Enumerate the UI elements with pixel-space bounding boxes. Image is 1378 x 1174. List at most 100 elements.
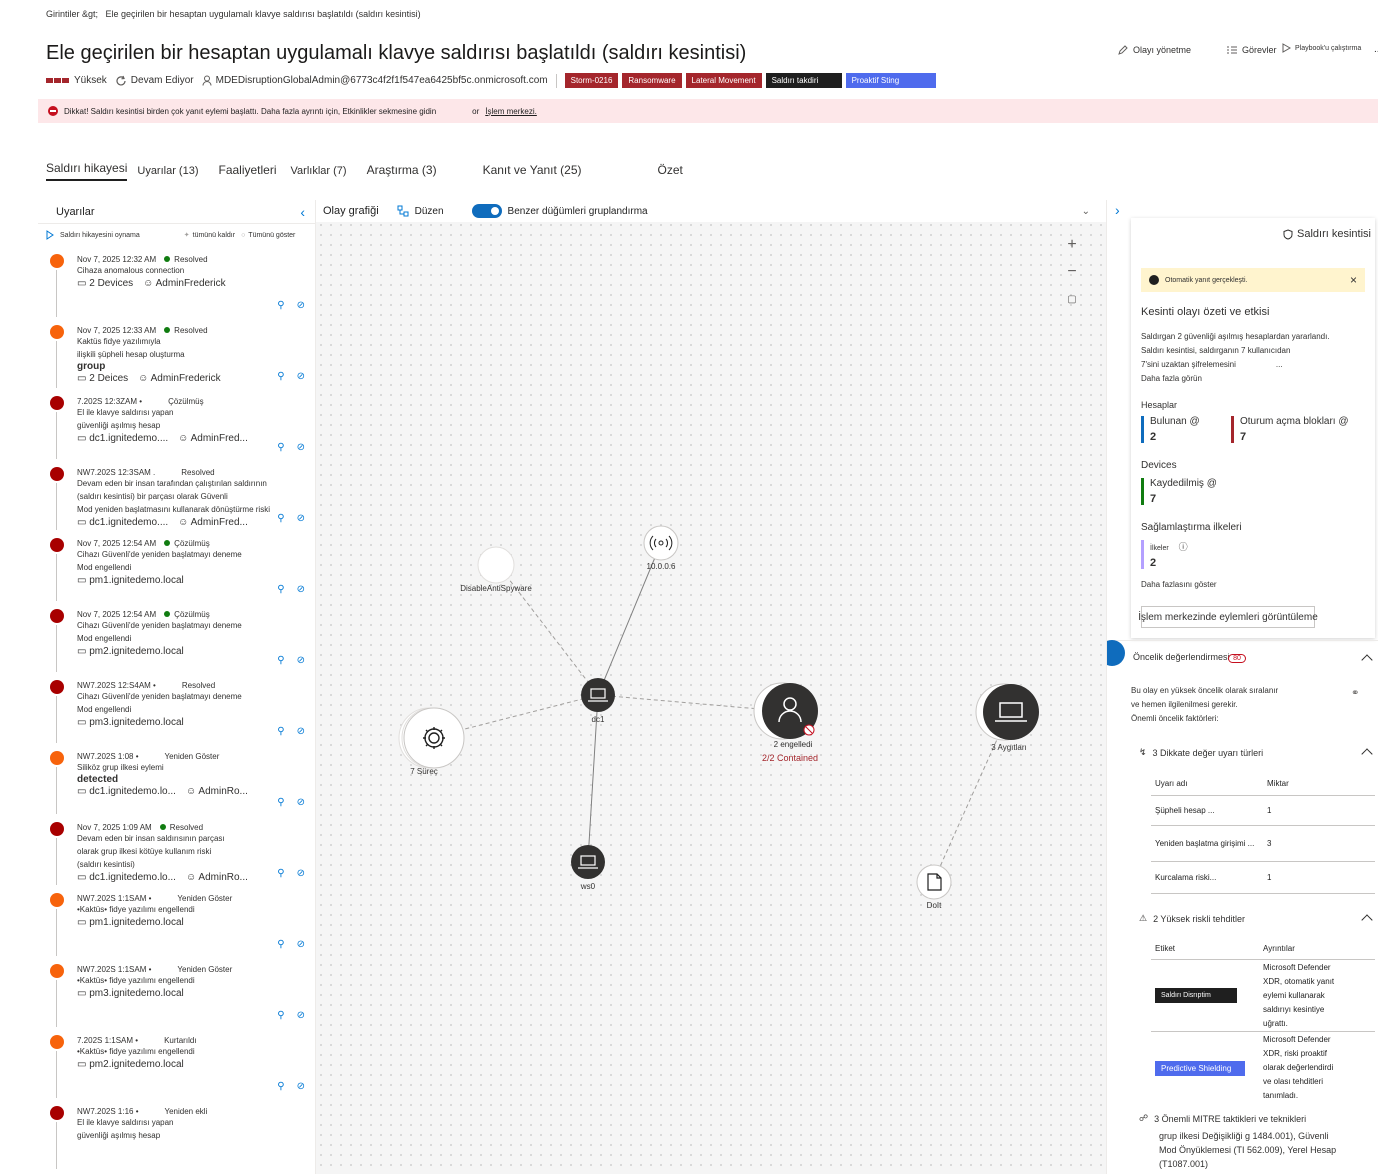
show-all-button[interactable]: ○ Tümünü göster	[241, 232, 295, 239]
action-center-link[interactable]: İşlem merkezi.	[485, 107, 537, 116]
alert-title[interactable]: Cihaza anomalous connection	[77, 264, 315, 277]
alert-item[interactable]: NW7.202S 1:1SAM • Yeniden Göster •Kaktüs• …	[38, 885, 315, 956]
hide-icon[interactable]: ⊘	[297, 1010, 305, 1021]
alert-item[interactable]: Nov 7, 2025 12:32 AM Resolved Cihaza anoma…	[38, 246, 315, 317]
tab-alerts[interactable]: Uyarılar (13)	[137, 165, 198, 181]
alert-item[interactable]: NW7.202S 12:S4AM • Resolved Cihazı Güvenli…	[38, 672, 315, 743]
alert-title[interactable]: •Kaktüs• fidye yazılımı engellendi	[77, 903, 315, 916]
chevron-up-icon[interactable]	[1361, 748, 1373, 760]
alert-item[interactable]: 7.202S 12:3ZAM • Çözülmüş El ile klavye sa…	[38, 388, 315, 459]
unpin-all-button[interactable]: ✦ tümünü kaldır	[184, 231, 235, 240]
alert-title[interactable]: Kaktüs fidye yazılımıyla	[77, 335, 315, 348]
pin-icon[interactable]: ⚲	[277, 939, 284, 950]
tag-lateral-movement[interactable]: Lateral Movement	[685, 73, 762, 88]
see-more-link[interactable]: Daha fazla görün	[1141, 372, 1330, 386]
hide-icon[interactable]: ⊘	[297, 584, 305, 595]
tag-predictive-shielding[interactable]: Proaktif Sting	[845, 73, 936, 88]
device-entity[interactable]: ▭ pm2.ignitedemo.local	[77, 646, 184, 657]
hide-icon[interactable]: ⊘	[297, 513, 305, 524]
alert-item[interactable]: NW7.202S 1:1SAM • Yeniden Göster •Kaktüs• …	[38, 956, 315, 1027]
user-entity[interactable]: ☺ AdminRo...	[186, 872, 248, 883]
device-entity[interactable]: ▭ 2 Devices	[77, 278, 133, 289]
user-entity[interactable]: ☺ AdminFrederick	[143, 278, 225, 289]
show-more-link[interactable]: Daha fazlasını göster	[1141, 580, 1217, 589]
tasks-button[interactable]: Görevler	[1226, 44, 1277, 56]
tag-ransomware[interactable]: Ransomware	[622, 73, 682, 88]
alert-item[interactable]: NW7.202S 12:3SAM . Resolved Devam eden bir…	[38, 459, 315, 530]
alert-item[interactable]: NW7.202S 1:16 • Yeniden ekli El ile klavye…	[38, 1098, 315, 1169]
alert-title[interactable]: Cihazı Güvenli'de yeniden başlatmayı den…	[77, 548, 315, 561]
mitre-heading[interactable]: ☍ 3 Önemli MITRE taktikleri ve teknikler…	[1139, 1113, 1306, 1124]
user-entity[interactable]: ☺ AdminFred...	[178, 433, 248, 444]
alert-title[interactable]: Cihazı Güvenli'de yeniden başlatmayı den…	[77, 690, 315, 703]
pin-icon[interactable]: ⚲	[277, 1081, 284, 1092]
pin-icon[interactable]: ⚲	[277, 868, 284, 879]
device-entity[interactable]: ▭ pm2.ignitedemo.local	[77, 1059, 184, 1070]
hide-icon[interactable]: ⊘	[297, 371, 305, 382]
device-entity[interactable]: ▭ pm1.ignitedemo.local	[77, 917, 184, 928]
tab-investigations[interactable]: Araştırma (3)	[367, 163, 437, 181]
pin-icon[interactable]: ⚲	[277, 513, 284, 524]
device-entity[interactable]: ▭ dc1.ignitedemo....	[77, 517, 168, 528]
info-icon[interactable]: ⓘ	[1179, 542, 1188, 552]
device-entity[interactable]: ▭ 2 Deices	[77, 373, 128, 384]
hide-icon[interactable]: ⊘	[297, 655, 305, 666]
run-playbook-button[interactable]: Playbook'u çalıştırma	[1282, 43, 1361, 53]
chevron-up-icon[interactable]	[1361, 914, 1373, 926]
tag-storm[interactable]: Storm-0216	[564, 73, 619, 88]
hide-icon[interactable]: ⊘	[297, 868, 305, 879]
alert-title[interactable]: Siliköz grup ilkesi eylemi	[77, 761, 315, 774]
pin-icon[interactable]: ⚲	[277, 584, 284, 595]
collapse-icon[interactable]: ‹	[300, 204, 305, 220]
device-entity[interactable]: ▭ pm3.ignitedemo.local	[77, 717, 184, 728]
alert-item[interactable]: Nov 7, 2025 1:09 AM Resolved Devam eden bi…	[38, 814, 315, 885]
tag-attack-disruption[interactable]: Saldırı takdiri	[765, 73, 842, 88]
view-actions-button[interactable]: İşlem merkezinde eylemleri görüntüleme	[1138, 606, 1318, 628]
pin-icon[interactable]: ⚲	[277, 300, 284, 311]
pin-icon[interactable]: ⚲	[277, 726, 284, 737]
hide-icon[interactable]: ⊘	[297, 797, 305, 808]
hide-icon[interactable]: ⊘	[297, 726, 305, 737]
hide-icon[interactable]: ⊘	[297, 1081, 305, 1092]
user-entity[interactable]: ☺ AdminRo...	[186, 786, 248, 797]
device-entity[interactable]: ▭ dc1.ignitedemo....	[77, 433, 168, 444]
chevron-up-icon[interactable]	[1361, 654, 1373, 666]
expand-panel-icon[interactable]: ›	[1115, 202, 1120, 218]
owner[interactable]: MDEDisruptionGlobalAdmin@6773c4f2f1f547e…	[202, 75, 548, 86]
breadcrumb-root[interactable]: Girintiler &gt;	[46, 9, 98, 19]
alert-title[interactable]: El ile klavye saldırısı yapan	[77, 406, 315, 419]
alert-item[interactable]: Nov 7, 2025 12:33 AM Resolved Kaktüs fidye…	[38, 317, 315, 388]
user-entity[interactable]: ☺ AdminFrederick	[138, 373, 220, 384]
alert-title[interactable]: •Kaktüs• fidye yazılımı engellendi	[77, 974, 315, 987]
priority-heading[interactable]: Öncelik değerlendirmesi 80	[1133, 652, 1246, 663]
tab-summary[interactable]: Özet	[658, 163, 683, 181]
pin-icon[interactable]: ⚲	[277, 797, 284, 808]
pin-icon[interactable]: ⚲	[277, 655, 284, 666]
close-icon[interactable]: ×	[1350, 273, 1357, 287]
play-story-button[interactable]: Saldırı hikayesini oynama	[46, 230, 140, 240]
pin-icon[interactable]: ⚲	[277, 371, 284, 382]
hide-icon[interactable]: ⊘	[297, 300, 305, 311]
user-entity[interactable]: ☺ AdminFred...	[178, 517, 248, 528]
alert-item[interactable]: Nov 7, 2025 12:54 AM Çözülmüş Cihazı Güven…	[38, 530, 315, 601]
alert-title[interactable]: Cihazı Güvenli'de yeniden başlatmayı den…	[77, 619, 315, 632]
device-entity[interactable]: ▭ pm3.ignitedemo.local	[77, 988, 184, 999]
device-entity[interactable]: ▭ dc1.ignitedemo.lo...	[77, 786, 176, 797]
hide-icon[interactable]: ⊘	[297, 939, 305, 950]
pin-icon[interactable]: ⚲	[277, 1010, 284, 1021]
alert-title[interactable]: Devam eden bir insan tarafından çalıştır…	[77, 477, 315, 490]
tab-attack-story[interactable]: Saldırı hikayesi	[46, 161, 128, 181]
tab-assets[interactable]: Varlıklar (7)	[291, 165, 347, 181]
alert-title[interactable]: •Kaktüs• fidye yazılımı engellendi	[77, 1045, 315, 1058]
device-entity[interactable]: ▭ pm1.ignitedemo.local	[77, 575, 184, 586]
tab-evidence-response[interactable]: Kanıt ve Yanıt (25)	[483, 163, 582, 181]
alert-title[interactable]: El ile klavye saldırısı yapan	[77, 1116, 315, 1129]
tab-activities[interactable]: Faaliyetleri	[219, 163, 277, 181]
alert-item[interactable]: Nov 7, 2025 12:54 AM Çözülmüş Cihazı Güven…	[38, 601, 315, 672]
alert-types-heading[interactable]: ↯ 3 Dikkate değer uyarı türleri	[1139, 747, 1263, 758]
hide-icon[interactable]: ⊘	[297, 442, 305, 453]
alert-item[interactable]: NW7.202S 1:08 • Yeniden Göster Siliköz gru…	[38, 743, 315, 814]
device-entity[interactable]: ▭ dc1.ignitedemo.lo...	[77, 872, 176, 883]
threats-heading[interactable]: ⚠ 2 Yüksek riskli tehditler	[1139, 913, 1245, 924]
pin-icon[interactable]: ⚲	[277, 442, 284, 453]
